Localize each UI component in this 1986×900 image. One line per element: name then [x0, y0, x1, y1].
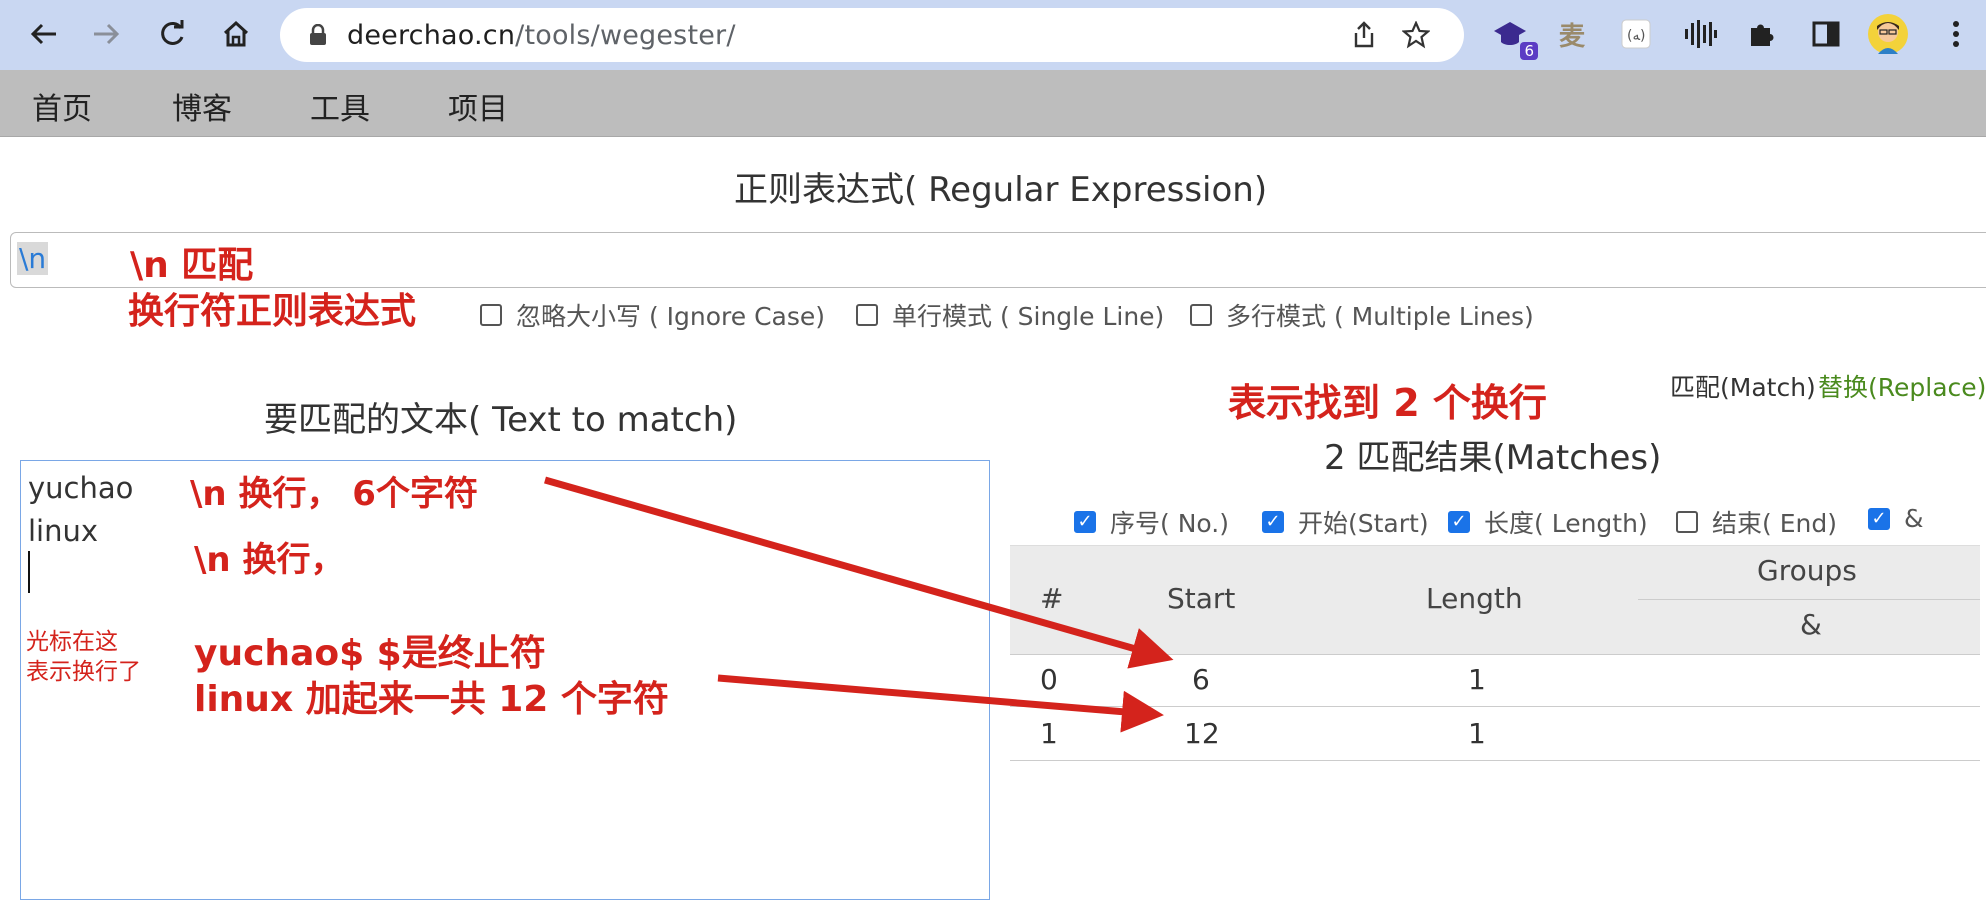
url-text[interactable]: deerchao.cn/tools/wegester/: [347, 20, 736, 51]
nav-tools-link[interactable]: 工具: [310, 84, 370, 128]
row-length: 1: [1468, 717, 1486, 750]
lock-icon[interactable]: [302, 19, 334, 51]
annotation-line1-newline: \n 换行， 6个字符: [190, 474, 478, 514]
table-row: 1 12 1: [1010, 707, 1980, 761]
row-start: 6: [1192, 663, 1210, 696]
row-length: 1: [1468, 663, 1486, 696]
mai-extension-icon[interactable]: 麦: [1552, 14, 1592, 54]
single-line-option[interactable]: 单行模式 ( Single Line): [856, 297, 1164, 333]
col-length-label: 长度( Length): [1484, 509, 1648, 538]
header-start: Start: [1167, 582, 1236, 615]
col-start-label: 开始(Start): [1298, 509, 1429, 538]
single-line-checkbox[interactable]: [856, 304, 878, 326]
match-mode-link[interactable]: 匹配(Match): [1670, 368, 1816, 404]
browser-toolbar: deerchao.cn/tools/wegester/ 6 麦 (ﻪ): [0, 0, 1986, 70]
url-host: deerchao.cn: [347, 20, 516, 51]
single-line-label: 单行模式 ( Single Line): [892, 302, 1165, 331]
col-no-label: 序号( No.): [1110, 509, 1229, 538]
header-index: #: [1040, 582, 1064, 615]
table-header: # Start Length Groups &: [1010, 545, 1980, 655]
kebab-menu-icon[interactable]: [1936, 14, 1976, 54]
nav-blog-link[interactable]: 博客: [172, 84, 232, 128]
annotation-cursor-here: 光标在这: [26, 629, 118, 655]
col-start-checkbox[interactable]: [1262, 511, 1284, 533]
col-amp-checkbox[interactable]: [1868, 507, 1890, 530]
home-icon[interactable]: [216, 14, 256, 54]
col-length-option[interactable]: 长度( Length): [1448, 504, 1648, 540]
matches-summary: 2 匹配结果(Matches): [1324, 438, 1662, 478]
ignore-case-option[interactable]: 忽略大小写 ( Ignore Case): [480, 297, 825, 333]
annotation-total-chars: linux 加起来一共 12 个字符: [194, 679, 669, 720]
col-no-checkbox[interactable]: [1074, 511, 1096, 533]
regex-input[interactable]: \n: [10, 232, 1986, 288]
row-index: 1: [1040, 717, 1058, 750]
profile-avatar[interactable]: [1868, 14, 1908, 54]
annotation-two-newlines: 表示找到 2 个换行: [1228, 381, 1547, 425]
nav-home-link[interactable]: 首页: [32, 84, 92, 128]
address-bar[interactable]: deerchao.cn/tools/wegester/: [280, 8, 1464, 62]
text-cursor: [28, 551, 30, 593]
annotation-newline-regex: 换行符正则表达式: [128, 291, 417, 332]
col-amp-label: &: [1904, 504, 1924, 533]
ignore-case-label: 忽略大小写 ( Ignore Case): [516, 302, 826, 331]
col-start-option[interactable]: 开始(Start): [1262, 504, 1429, 540]
annotation-line2-newline: \n 换行，: [194, 540, 345, 580]
side-panel-icon[interactable]: [1806, 14, 1846, 54]
site-nav-bar: 首页 博客 工具 项目: [0, 70, 1986, 137]
col-end-checkbox[interactable]: [1676, 511, 1698, 533]
col-end-option[interactable]: 结束( End): [1676, 504, 1837, 540]
forward-arrow-icon[interactable]: [86, 14, 126, 54]
back-arrow-icon[interactable]: [24, 14, 64, 54]
annotation-regex-match: \n 匹配: [130, 245, 254, 286]
col-no-option[interactable]: 序号( No.): [1074, 504, 1229, 540]
nav-projects-link[interactable]: 项目: [448, 84, 508, 128]
url-path: /tools/wegester/: [515, 20, 736, 51]
reload-icon[interactable]: [152, 14, 192, 54]
translate-extension-icon[interactable]: (ﻪ): [1616, 14, 1656, 54]
multiple-lines-checkbox[interactable]: [1190, 304, 1212, 326]
text-section-title: 要匹配的文本( Text to match): [264, 400, 738, 440]
annotation-terminator: yuchao$ $是终止符: [194, 633, 546, 674]
text-line-1: yuchao: [28, 471, 134, 505]
regex-pattern-value: \n: [17, 242, 49, 275]
replace-mode-link[interactable]: 替换(Replace): [1818, 368, 1986, 404]
row-start: 12: [1184, 717, 1220, 750]
row-index: 0: [1040, 663, 1058, 696]
header-length: Length: [1426, 582, 1523, 615]
multiple-lines-option[interactable]: 多行模式 ( Multiple Lines): [1190, 297, 1534, 333]
graduation-cap-extension-icon[interactable]: 6: [1490, 14, 1538, 60]
regex-section-title: 正则表达式( Regular Expression): [734, 170, 1268, 210]
extension-badge: 6: [1520, 42, 1538, 60]
multiple-lines-label: 多行模式 ( Multiple Lines): [1226, 302, 1534, 331]
groups-divider: [1638, 599, 1980, 600]
table-row: 0 6 1: [1010, 653, 1980, 707]
svg-text:(ﻪ): (ﻪ): [1627, 28, 1645, 44]
col-amp-option[interactable]: &: [1868, 504, 1924, 533]
annotation-cursor-newline: 表示换行了: [26, 659, 141, 685]
col-length-checkbox[interactable]: [1448, 511, 1470, 533]
text-line-2: linux: [28, 514, 99, 548]
header-groups: Groups: [1757, 554, 1857, 587]
audio-wave-extension-icon[interactable]: [1680, 14, 1720, 54]
bookmark-star-icon[interactable]: [1400, 19, 1432, 51]
col-end-label: 结束( End): [1712, 509, 1837, 538]
ignore-case-checkbox[interactable]: [480, 304, 502, 326]
share-icon[interactable]: [1348, 19, 1380, 51]
puzzle-extensions-icon[interactable]: [1742, 14, 1782, 54]
header-amp: &: [1800, 608, 1822, 641]
